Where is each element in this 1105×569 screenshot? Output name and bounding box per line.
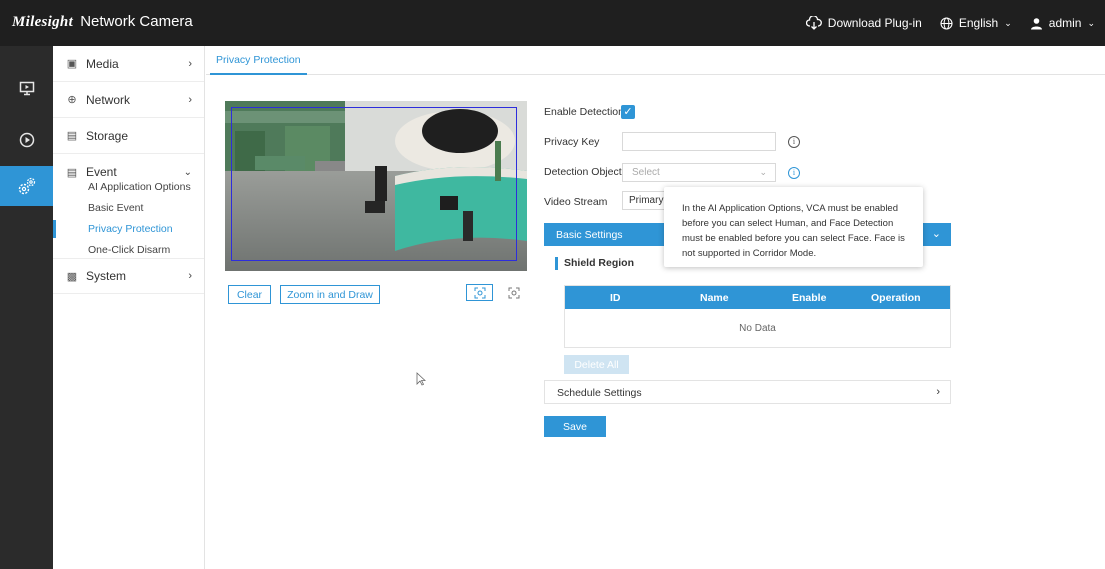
sidebar-sub-privacy-protection[interactable]: Privacy Protection (88, 223, 173, 235)
user-menu[interactable]: admin ⌄ (1030, 16, 1095, 30)
product-name: Network Camera (80, 13, 193, 30)
info-icon[interactable]: i (788, 136, 800, 148)
sidebar-item-storage[interactable]: ▤ Storage (53, 118, 204, 154)
clear-button[interactable]: Clear (228, 285, 271, 304)
column-header: ID (610, 292, 621, 304)
chevron-right-icon: › (188, 270, 192, 282)
sidebar-item-label: Event (86, 165, 117, 179)
user-icon (1030, 17, 1042, 29)
top-bar: Milesight Network Camera Download Plug-i… (0, 0, 1105, 46)
tab-privacy-protection[interactable]: Privacy Protection (210, 46, 307, 75)
chevron-right-icon: › (188, 93, 192, 106)
basic-settings-title: Basic Settings (556, 229, 623, 241)
sidebar-item-network[interactable]: ⊕ Network › (53, 82, 204, 118)
settings-sidebar: ▣ Media › ⊕ Network › ▤ Storage ▤ Event … (53, 46, 205, 569)
zoom-area-icon (474, 287, 485, 298)
chevron-down-icon: ⌄ (759, 167, 767, 177)
globe-icon (940, 16, 953, 30)
shield-region-table: ID Name Enable Operation No Data (564, 285, 951, 348)
system-icon: ▩ (66, 270, 78, 283)
sidebar-item-label: Network (86, 92, 131, 107)
chevron-down-icon: ⌄ (931, 228, 941, 240)
zoom-draw-button[interactable]: Zoom in and Draw (280, 285, 380, 304)
save-button[interactable]: Save (544, 416, 606, 437)
active-indicator (53, 220, 56, 238)
chevron-down-icon: ⌄ (1004, 17, 1012, 28)
table-header: ID Name Enable Operation (565, 286, 950, 309)
storage-icon: ▤ (66, 130, 78, 142)
delete-all-button[interactable]: Delete All (564, 355, 629, 374)
video-stream-select[interactable]: Primary Stream (622, 191, 670, 210)
settings-button[interactable] (0, 166, 53, 206)
column-header: Name (700, 292, 729, 304)
sidebar-item-label: Storage (86, 128, 129, 143)
live-view-icon (19, 81, 34, 95)
event-icon: ▤ (66, 166, 78, 179)
enable-detection-checkbox[interactable]: ✓ (621, 105, 635, 119)
privacy-key-input[interactable] (622, 132, 776, 151)
video-stream-label: Video Stream (544, 196, 608, 208)
media-icon: ▣ (66, 58, 78, 70)
sidebar-sub-one-click-disarm[interactable]: One-Click Disarm (88, 244, 170, 256)
schedule-settings-title: Schedule Settings (557, 387, 642, 399)
chevron-down-icon: ⌄ (183, 166, 192, 178)
chevron-right-icon: › (936, 386, 940, 398)
reset-zoom-icon (508, 287, 519, 298)
chevron-right-icon: › (188, 57, 192, 70)
language-selector[interactable]: English ⌄ (940, 16, 1012, 30)
playback-icon (19, 132, 34, 148)
download-cloud-icon (805, 16, 822, 30)
sidebar-sub-basic-event[interactable]: Basic Event (88, 202, 143, 214)
detection-region-outline[interactable] (231, 107, 517, 261)
info-icon[interactable]: i (788, 167, 800, 179)
settings-icon (18, 177, 35, 195)
chevron-down-icon: ⌄ (1087, 17, 1095, 28)
shield-region-heading: Shield Region (555, 257, 634, 270)
brand-name: Milesight (12, 14, 74, 30)
detection-object-label: Detection Object (544, 166, 622, 178)
sidebar-item-system[interactable]: ▩ System › (53, 258, 204, 294)
sidebar-item-label: System (86, 269, 127, 283)
user-name: admin (1048, 16, 1082, 30)
playback-button[interactable] (0, 120, 53, 160)
detection-object-tooltip: In the AI Application Options, VCA must … (664, 187, 923, 267)
globe-icon: ⊕ (67, 94, 77, 106)
live-view-button[interactable] (0, 68, 53, 108)
main-nav-rail (0, 46, 53, 569)
draw-area-button[interactable] (466, 284, 493, 301)
app-logo: Milesight Network Camera (12, 13, 193, 31)
enable-detection-label: Enable Detection (544, 106, 624, 118)
reset-view-button[interactable] (500, 284, 527, 301)
detection-object-select[interactable]: Select ⌄ (622, 163, 776, 182)
privacy-key-label: Privacy Key (544, 136, 600, 148)
sidebar-sub-ai-options[interactable]: AI Application Options (88, 181, 191, 193)
download-plugin-label: Download Plug-in (827, 16, 922, 30)
sidebar-item-media[interactable]: ▣ Media › (53, 46, 204, 82)
column-header: Enable (792, 292, 827, 304)
detection-object-placeholder: Select (632, 167, 660, 178)
sidebar-item-label: Media (86, 56, 119, 71)
column-header: Operation (871, 292, 921, 304)
download-plugin-link[interactable]: Download Plug-in (805, 16, 922, 30)
tab-bar: Privacy Protection (206, 46, 1105, 75)
language-label: English (958, 16, 999, 30)
mouse-cursor-icon (416, 372, 426, 386)
empty-table-message: No Data (739, 323, 776, 334)
schedule-settings-header[interactable]: Schedule Settings › (544, 380, 951, 404)
